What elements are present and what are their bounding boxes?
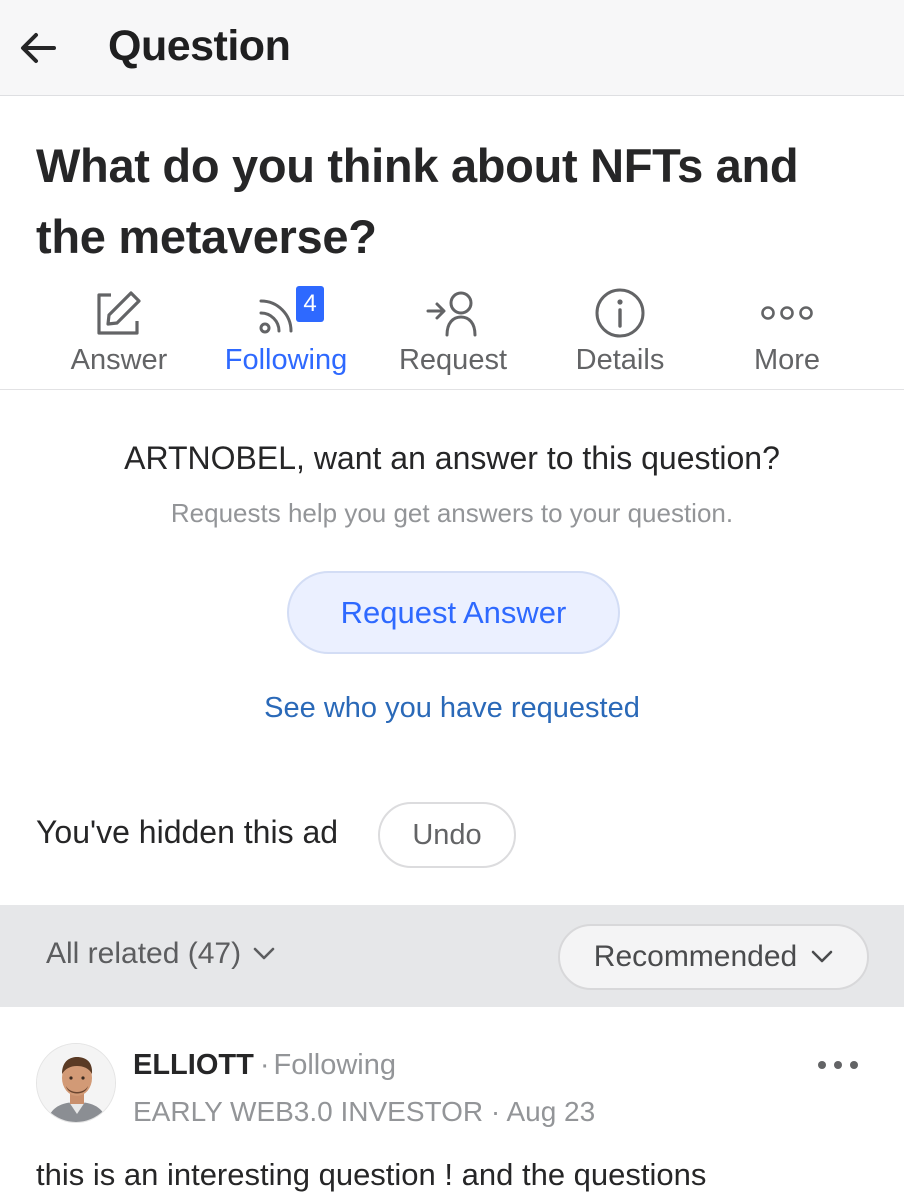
chevron-down-icon [253, 947, 275, 960]
top-bar: Question [0, 0, 904, 96]
author-line: ELLIOTT · Following [133, 1049, 396, 1082]
all-related-label: All related (47) [46, 937, 242, 970]
more-action[interactable]: More [742, 284, 832, 388]
sort-label: Recommended [593, 940, 798, 973]
follow-status[interactable]: Following [274, 1049, 397, 1082]
avatar[interactable] [36, 1043, 116, 1123]
request-answer-button[interactable]: Request Answer [287, 571, 620, 654]
more-action-label: More [753, 344, 821, 376]
request-person-icon [426, 291, 477, 337]
answer-action[interactable]: Answer [58, 284, 180, 388]
author-photo [37, 1044, 115, 1122]
pencil-square-icon [97, 291, 141, 335]
answer-more-button[interactable] [814, 1047, 862, 1083]
question-title: What do you think about NFTs and the met… [36, 139, 799, 263]
following-action[interactable]: 4 Following [212, 284, 360, 388]
info-circle-icon [595, 288, 645, 338]
page-title: Question [108, 22, 291, 70]
request-prompt-subtext: Requests help you get answers to your qu… [170, 498, 734, 528]
answer-card: ELLIOTT · Following EARLY WEB3.0 INVESTO… [0, 1007, 904, 1200]
request-prompt-heading: ARTNOBEL, want an answer to this questio… [124, 440, 780, 476]
sort-dropdown[interactable]: Recommended [558, 924, 869, 990]
three-dots-icon [761, 306, 813, 320]
more-horizontal-icon [818, 1061, 858, 1069]
chevron-down-icon [811, 950, 833, 963]
answer-action-label: Answer [70, 344, 168, 376]
question-actions: Answer 4 Following Request Details More [0, 284, 904, 390]
answer-text: this is an interesting question ! and th… [36, 1157, 707, 1192]
hidden-ad-text: You've hidden this ad [36, 814, 339, 850]
author-name[interactable]: ELLIOTT [133, 1049, 254, 1082]
separator-dot: · [259, 1049, 270, 1081]
arrow-left-icon [21, 33, 56, 63]
author-credential: EARLY WEB3.0 INVESTOR · Aug 23 [133, 1096, 596, 1127]
following-count-badge: 4 [296, 286, 324, 322]
following-action-label: Following [224, 344, 348, 376]
undo-button[interactable]: Undo [378, 802, 516, 868]
back-button[interactable] [14, 24, 62, 72]
details-action[interactable]: Details [562, 284, 678, 388]
request-action-label: Request [398, 344, 507, 376]
see-who-requested-row: See who you have requested [0, 692, 904, 725]
see-who-requested-link[interactable]: See who you have requested [264, 692, 640, 724]
request-action[interactable]: Request [390, 284, 516, 388]
details-action-label: Details [575, 344, 665, 376]
all-related-dropdown[interactable]: All related (47) [46, 937, 275, 971]
related-filter-bar: All related (47) Recommended [0, 905, 904, 1007]
